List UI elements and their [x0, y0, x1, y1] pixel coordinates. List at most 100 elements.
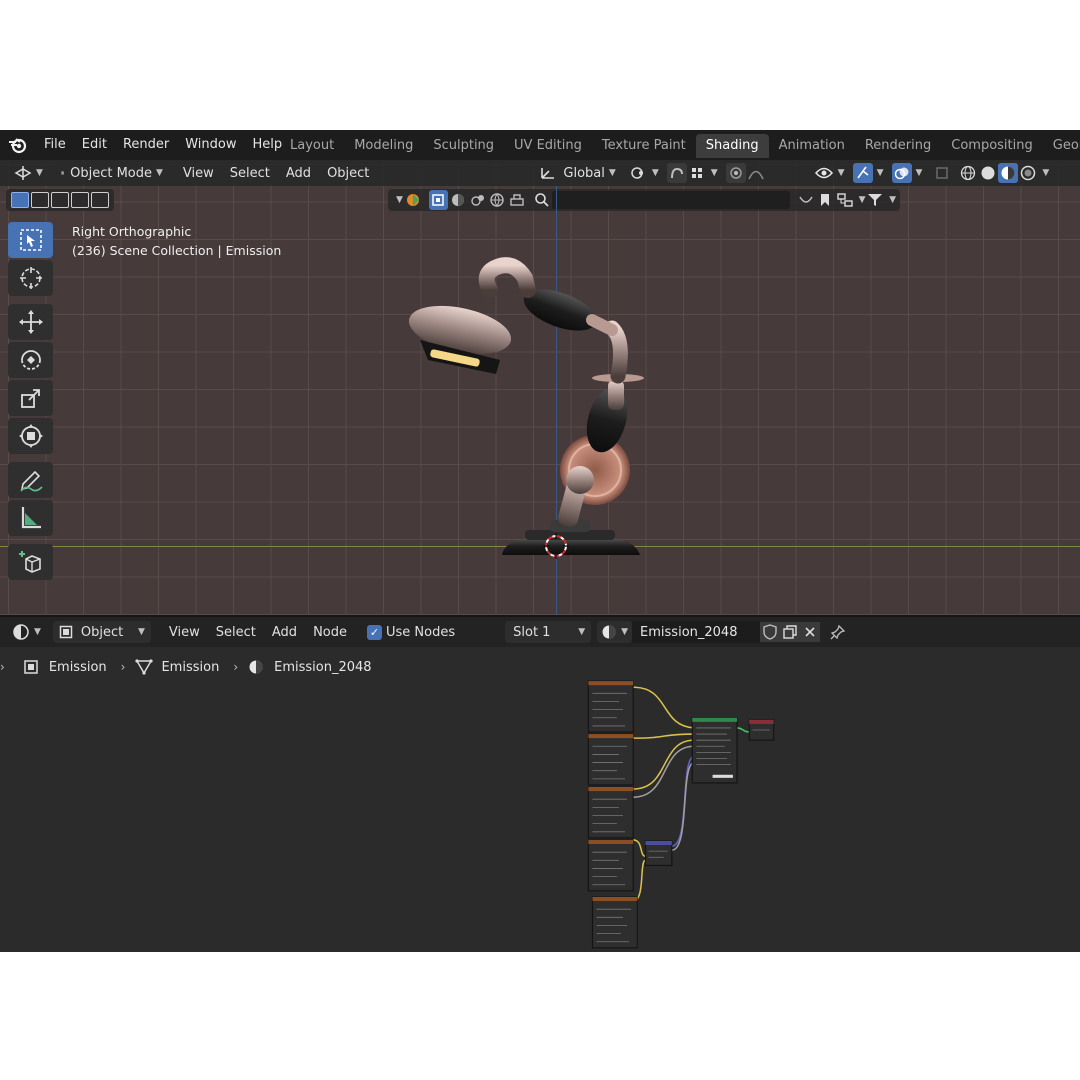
chevron-down-icon[interactable]: ▼ — [916, 168, 923, 178]
filter-funnel-icon[interactable] — [866, 190, 886, 210]
menu-render[interactable]: Render — [115, 130, 177, 160]
measure-icon — [21, 507, 41, 529]
menu-edit[interactable]: Edit — [74, 130, 115, 160]
rotate-tool[interactable] — [8, 342, 53, 378]
tab-sculpting[interactable]: Sculpting — [423, 134, 504, 158]
material-name-field[interactable]: Emission_2048 — [632, 621, 761, 643]
rendered-shading-icon[interactable] — [1018, 163, 1038, 183]
chevron-down-icon[interactable]: ▼ — [889, 195, 896, 205]
select-intersect-icon[interactable] — [91, 192, 109, 208]
tab-rendering[interactable]: Rendering — [855, 134, 941, 158]
image-texture-node[interactable] — [587, 733, 634, 786]
pin-icon[interactable] — [828, 622, 848, 642]
select-extend-icon[interactable] — [31, 192, 49, 208]
tab-animation[interactable]: Animation — [769, 134, 855, 158]
material-browse-button[interactable]: ▼ — [597, 621, 633, 643]
move-tool[interactable] — [8, 304, 53, 340]
tab-geometry-nodes[interactable]: Geometry Nodes — [1043, 134, 1080, 158]
display-lighting-icon[interactable] — [468, 190, 488, 210]
falloff-icon[interactable] — [746, 163, 766, 183]
viewport-menu-add[interactable]: Add — [280, 163, 317, 183]
menu-file[interactable]: File — [36, 130, 74, 160]
unlink-material-close-icon[interactable] — [800, 622, 821, 642]
display-render-icon[interactable] — [507, 190, 527, 210]
image-texture-node[interactable] — [587, 680, 634, 733]
material-preview-icon[interactable] — [998, 163, 1019, 183]
editor-type-button[interactable]: ▼ — [8, 163, 49, 183]
shader-editor-type-button[interactable]: ▼ — [6, 622, 47, 642]
normal-map-node[interactable] — [644, 840, 673, 866]
snap-icon[interactable] — [666, 163, 687, 183]
node-editor-canvas[interactable] — [0, 647, 1080, 952]
gizmo-icon[interactable] — [852, 163, 873, 183]
tab-layout[interactable]: Layout — [280, 134, 344, 158]
select-new-icon[interactable] — [11, 192, 29, 208]
breadcrumb-material[interactable]: Emission_2048 — [248, 659, 372, 675]
viewport-menu-object[interactable]: Object — [321, 163, 375, 183]
chevron-down-icon[interactable]: ▼ — [396, 195, 403, 205]
tab-shading[interactable]: Shading — [695, 134, 769, 158]
overlays-icon[interactable] — [891, 163, 912, 183]
shader-menu-select[interactable]: Select — [210, 622, 262, 642]
blender-logo-icon[interactable] — [0, 130, 36, 160]
material-output-node[interactable] — [748, 719, 775, 741]
filter-collection-icon[interactable] — [796, 190, 816, 210]
snap-target-icon[interactable] — [687, 163, 707, 183]
display-shading-icon[interactable] — [448, 190, 468, 210]
search-input[interactable] — [552, 191, 790, 209]
image-texture-node[interactable] — [587, 839, 634, 892]
chevron-down-icon[interactable]: ▼ — [652, 168, 659, 178]
display-world-icon[interactable] — [487, 190, 507, 210]
fake-user-shield-icon[interactable] — [760, 622, 781, 642]
solid-shading-icon[interactable] — [978, 163, 998, 183]
tab-modeling[interactable]: Modeling — [344, 134, 423, 158]
use-nodes-toggle[interactable]: ✓ Use Nodes — [361, 622, 461, 642]
select-box-tool[interactable] — [8, 222, 53, 258]
shader-type-dropdown[interactable]: Object ▼ — [52, 621, 151, 643]
chevron-down-icon[interactable]: ▼ — [1042, 168, 1049, 178]
chevron-down-icon[interactable]: ▼ — [877, 168, 884, 178]
add-cube-tool[interactable] — [8, 544, 53, 580]
shader-menu-add[interactable]: Add — [266, 622, 303, 642]
visibility-eye-icon[interactable] — [814, 163, 834, 183]
breadcrumb-object[interactable]: Emission — [23, 659, 107, 675]
bookmark-icon[interactable] — [815, 190, 835, 210]
image-texture-node[interactable] — [587, 786, 634, 839]
outliner-display-icon[interactable] — [835, 190, 855, 210]
chevron-down-icon: ▼ — [156, 168, 163, 178]
principled-bsdf-node[interactable] — [691, 717, 738, 784]
select-invert-icon[interactable] — [71, 192, 89, 208]
cursor-tool[interactable] — [8, 260, 53, 296]
transform-tool[interactable] — [8, 418, 53, 454]
chevron-down-icon[interactable]: ▼ — [859, 195, 866, 205]
duplicate-material-icon[interactable] — [780, 622, 801, 642]
slot-dropdown[interactable]: Slot 1 ▼ — [505, 621, 592, 643]
transform-orientation-dropdown[interactable]: Global ▼ — [533, 163, 621, 183]
chevron-down-icon[interactable]: ▼ — [711, 168, 718, 178]
shader-menu-node[interactable]: Node — [307, 622, 353, 642]
chevron-right-icon: › — [233, 660, 239, 674]
wireframe-shading-icon[interactable] — [958, 163, 978, 183]
menu-window[interactable]: Window — [177, 130, 244, 160]
select-subtract-icon[interactable] — [51, 192, 69, 208]
object-mode-dropdown[interactable]: Object Mode ▼ — [54, 163, 169, 183]
viewport-menu-view[interactable]: View — [177, 163, 220, 183]
desk-lamp-model[interactable] — [400, 250, 700, 570]
proportional-edit-icon[interactable] — [725, 163, 746, 183]
annotate-tool[interactable] — [8, 462, 53, 498]
restrict-select-icon[interactable] — [428, 190, 449, 210]
tab-compositing[interactable]: Compositing — [941, 134, 1043, 158]
tab-texture-paint[interactable]: Texture Paint — [592, 134, 696, 158]
scene-color-icon[interactable] — [403, 190, 423, 210]
chevron-down-icon[interactable]: ▼ — [838, 168, 845, 178]
tab-uv-editing[interactable]: UV Editing — [504, 134, 592, 158]
xray-icon[interactable] — [932, 163, 952, 183]
measure-tool[interactable] — [8, 500, 53, 536]
scale-tool[interactable] — [8, 380, 53, 416]
3d-viewport[interactable]: ▼ Object Mode ▼ View Select Add Object G… — [0, 160, 1080, 615]
image-texture-node[interactable] — [591, 896, 638, 949]
breadcrumb-mesh[interactable]: Emission — [135, 659, 219, 675]
shader-menu-view[interactable]: View — [163, 622, 206, 642]
pivot-point-icon[interactable] — [628, 163, 648, 183]
viewport-menu-select[interactable]: Select — [224, 163, 276, 183]
